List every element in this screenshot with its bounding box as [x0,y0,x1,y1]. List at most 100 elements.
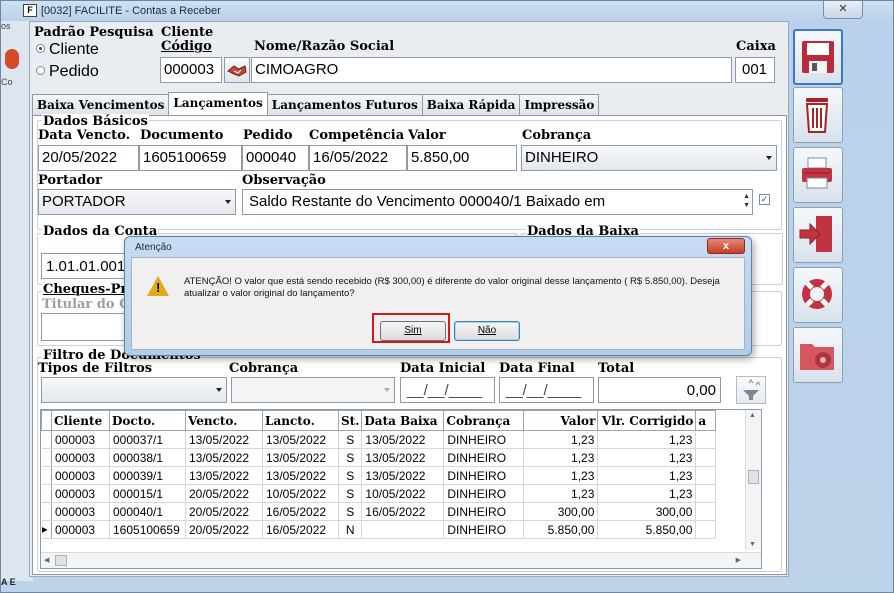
edge-text-bottom: A E [1,577,16,587]
tab-baixa-rapida[interactable]: Baixa Rápida [421,94,521,115]
filter-button[interactable] [736,376,766,404]
row-indicator [41,502,52,521]
observation-field[interactable]: Saldo Restante do Vencimento 000040/1 Ba… [242,189,753,215]
table-cell: 20/05/2022 [185,502,263,521]
end-date-label: Data Final [499,361,575,376]
client-code-value: 000003 [164,61,215,78]
delete-button[interactable] [793,87,843,143]
table-cell: 5.850,00 [523,520,599,539]
account-field[interactable]: 1.01.01.001 [41,253,131,279]
competence-value: 16/05/2022 [313,149,389,166]
help-button[interactable] [793,267,843,323]
dialog-message: ATENÇÃO! O valor que está sendo recebido… [184,276,720,299]
lifebuoy-icon [802,279,832,309]
row-indicator [41,484,52,503]
table-cell: DINHEIRO [443,430,525,449]
end-date-field[interactable]: __/__/____ [499,377,594,403]
table-cell: DINHEIRO [443,502,525,521]
tab-baixa-vencimentos[interactable]: Baixa Vencimentos [32,94,170,115]
col-truncated[interactable]: a [695,410,717,431]
start-date-label: Data Inicial [400,361,486,376]
document-field[interactable]: 1605100659 [139,145,242,171]
cashbox-field[interactable]: 001 [735,57,775,83]
scroll-left-icon[interactable]: ◀ [44,556,49,564]
table-row[interactable]: 000003 000039/1 13/05/2022 13/05/2022 S 13/05… [41,466,717,485]
row-indicator [41,430,52,449]
table-cell-empty [695,430,717,449]
due-date-field[interactable]: 20/05/2022 [38,145,139,171]
start-date-field[interactable]: __/__/____ [400,377,495,403]
scroll-down-icon[interactable]: ▼ [749,541,756,548]
dialog-close-button[interactable]: x [707,238,745,254]
billing-label: Cobrança [522,128,592,143]
col-vlr-corrigido[interactable]: Vlr. Corrigido [597,410,697,431]
radio-search-order[interactable]: Pedido [36,63,99,81]
window-title: [0032] FACILITE - Contas a Receber [41,5,221,17]
cheque-holder-field[interactable] [41,313,131,341]
scroll-right-icon[interactable]: ▶ [736,556,741,564]
table-cell: S [338,448,363,467]
table-cell: 000040/1 [109,502,186,521]
grid-horizontal-scrollbar[interactable]: ◀ ▶ [41,552,761,568]
total-value: 0,00 [686,382,716,399]
col-vencto[interactable]: Vencto. [185,410,263,431]
radio-dot-icon [36,44,45,53]
spin-arrows-icon[interactable]: ▲ ▼ [743,192,750,210]
table-cell: 20/05/2022 [185,484,263,503]
col-docto[interactable]: Docto. [109,410,186,431]
h-scroll-thumb[interactable] [55,555,67,566]
competence-field[interactable]: 16/05/2022 [309,145,407,171]
exit-button[interactable] [793,207,843,263]
print-button[interactable] [793,147,843,203]
table-row[interactable]: 000003 000015/1 20/05/2022 10/05/2022 S 10/05… [41,484,717,503]
table-cell-empty [695,466,717,485]
radio-search-client[interactable]: Cliente [36,41,99,59]
table-cell: DINHEIRO [443,484,525,503]
billing-dropdown[interactable]: DINHEIRO [521,145,777,171]
bearer-dropdown[interactable]: PORTADOR [38,189,236,215]
observation-checkbox[interactable]: ✓ [759,194,770,205]
table-cell: 1,23 [523,466,599,485]
scroll-thumb[interactable] [748,470,759,484]
table-cell-empty [695,448,717,467]
order-value: 000040 [246,149,297,166]
col-cobranca[interactable]: Cobrança [443,410,525,431]
client-search-button[interactable] [224,57,250,83]
col-lancto[interactable]: Lancto. [262,410,339,431]
table-row[interactable]: 000003 000038/1 13/05/2022 13/05/2022 S 13/05… [41,448,717,467]
printer-icon [802,157,832,189]
client-name-value: CIMOAGRO [255,61,339,78]
client-code-field[interactable]: 000003 [160,57,222,83]
grid-vertical-scrollbar[interactable]: ▲ ▼ [745,410,761,550]
billing-value: DINHEIRO [525,149,599,166]
table-row[interactable]: 000003 000037/1 13/05/2022 13/05/2022 S 13/05… [41,430,717,449]
value-field[interactable]: 5.850,00 [407,145,517,171]
window-close-button[interactable]: ✕ [823,1,863,19]
table-cell: 1,23 [523,484,599,503]
table-cell: 1,23 [597,448,697,467]
tab-lancamentos[interactable]: Lançamentos [168,92,268,115]
col-cliente[interactable]: Cliente [51,410,110,431]
order-field[interactable]: 000040 [242,145,309,171]
settings-folder-button[interactable] [793,327,843,383]
table-cell: 16/05/2022 [361,502,445,521]
table-cell: 13/05/2022 [185,466,263,485]
table-cell: 13/05/2022 [262,466,339,485]
scroll-up-icon[interactable]: ▲ [749,412,756,419]
table-row[interactable]: 000003 000040/1 20/05/2022 16/05/2022 S 16/05… [41,502,717,521]
dialog-body: ! ATENÇÃO! O valor que está sendo recebi… [131,257,745,350]
col-valor[interactable]: Valor [523,410,599,431]
basic-data-heading: Dados Básicos [42,114,149,129]
no-button[interactable]: Não [454,321,520,341]
client-name-field[interactable]: CIMOAGRO [251,57,732,83]
col-data-baixa[interactable]: Data Baixa [361,410,445,431]
tab-impressao[interactable]: Impressão [519,94,600,115]
table-row[interactable]: ▶ 000003 1605100659 20/05/2022 16/05/2022 N DI… [41,520,717,539]
account-value: 1.01.01.001 [46,258,126,275]
tab-lancamentos-futuros[interactable]: Lançamentos Futuros [266,94,423,115]
filter-types-dropdown[interactable] [41,377,227,403]
cheques-heading: Cheques-Pré [42,282,137,297]
col-status[interactable]: St. [337,410,363,431]
filter-billing-dropdown[interactable] [231,377,395,403]
save-button[interactable] [793,29,843,85]
